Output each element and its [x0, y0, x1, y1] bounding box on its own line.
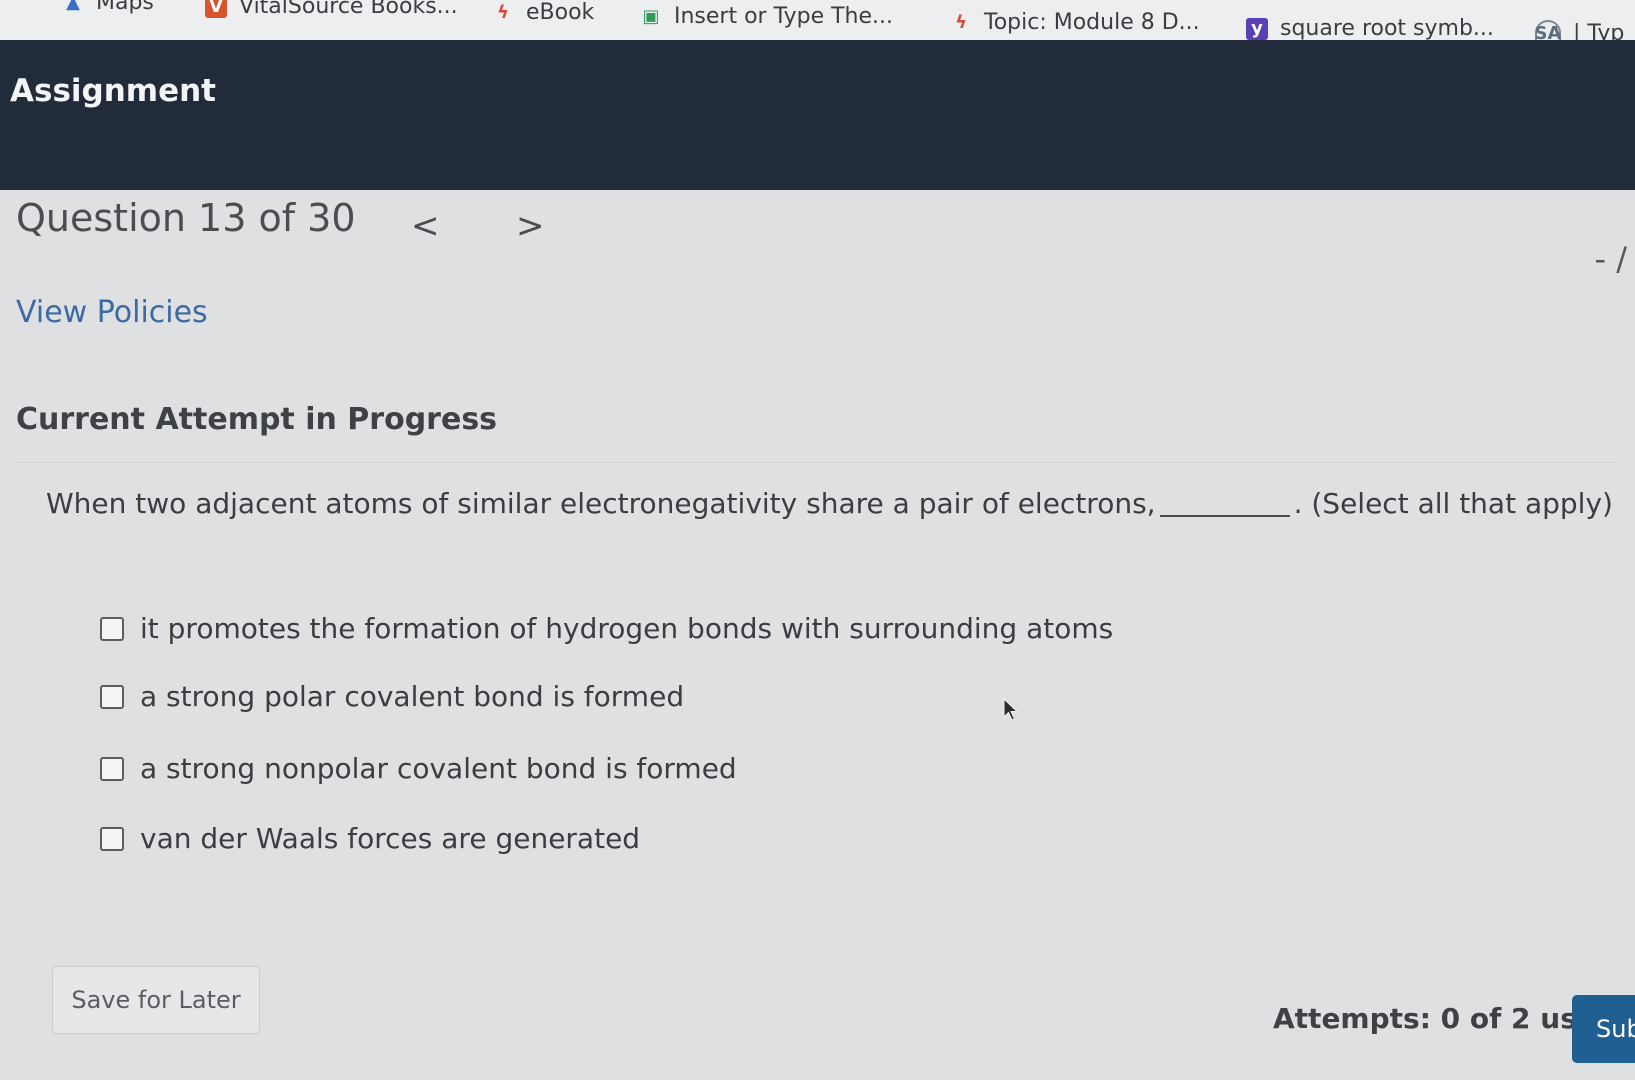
stem-text-after: . (Select all that apply) [1293, 487, 1613, 520]
bookmark-topic-module[interactable]: ϟ Topic: Module 8 D... [950, 10, 1200, 35]
section-divider [16, 462, 1616, 463]
answer-blank [1159, 515, 1290, 517]
maps-icon: ▲ [66, 0, 80, 13]
option-label: van der Waals forces are generated [140, 822, 641, 855]
vitalsource-icon: V [205, 0, 227, 18]
bookmark-label: Topic: Module 8 D... [984, 10, 1200, 35]
save-for-later-button[interactable]: Save for Later [52, 966, 260, 1034]
bookmark-vitalsource[interactable]: V VitalSource Books... [205, 0, 458, 19]
answer-option-1[interactable]: it promotes the formation of hydrogen bo… [100, 612, 1113, 645]
assignment-header: Assignment [0, 40, 1635, 190]
answer-option-3[interactable]: a strong nonpolar covalent bond is forme… [100, 752, 737, 785]
previous-question-button[interactable]: < [405, 206, 446, 246]
question-stem: When two adjacent atoms of similar elect… [46, 487, 1613, 520]
document-icon: ▣ [642, 6, 660, 27]
bookmark-insert-type[interactable]: ▣ Insert or Type The... [640, 4, 893, 29]
bookmark-maps[interactable]: ▲ Maps [62, 0, 154, 15]
bookmark-typ[interactable]: SA | Typ [1535, 20, 1624, 40]
checkbox[interactable] [100, 616, 124, 641]
checkbox[interactable] [100, 826, 124, 851]
option-label: a strong nonpolar covalent bond is forme… [140, 752, 737, 785]
option-label: it promotes the formation of hydrogen bo… [140, 612, 1114, 645]
bookmarks-bar: ▲ Maps V VitalSource Books... ϟ eBook ▣ … [0, 0, 1635, 40]
submit-answer-button[interactable]: Sub [1572, 995, 1635, 1063]
flame-icon: ϟ [497, 2, 509, 23]
bookmark-label: square root symb... [1280, 16, 1494, 40]
sa-icon: SA [1535, 20, 1561, 40]
view-policies-link[interactable]: View Policies [16, 295, 208, 330]
question-title: Question 13 of 30 [16, 196, 356, 240]
bookmark-label: Maps [96, 0, 154, 15]
bookmark-ebook[interactable]: ϟ eBook [492, 0, 594, 25]
bookmark-label: VitalSource Books... [239, 0, 458, 19]
mouse-cursor-icon [1003, 698, 1019, 721]
bookmark-label: Insert or Type The... [674, 4, 894, 29]
bookmark-label: eBook [526, 0, 595, 25]
header-title: Assignment [10, 73, 216, 109]
flame-icon: ϟ [955, 12, 967, 33]
checkbox[interactable] [100, 684, 124, 709]
answer-option-4[interactable]: van der Waals forces are generated [100, 822, 640, 855]
answer-option-2[interactable]: a strong polar covalent bond is formed [100, 680, 684, 713]
points-indicator: - / [1594, 240, 1628, 278]
stem-text-before: When two adjacent atoms of similar elect… [46, 487, 1156, 520]
attempts-counter: Attempts: 0 of 2 used [1273, 1002, 1616, 1035]
bookmark-square-root[interactable]: y square root symb... [1246, 16, 1494, 40]
attempt-status-heading: Current Attempt in Progress [16, 402, 498, 437]
y-logo-icon: y [1246, 17, 1268, 40]
checkbox[interactable] [100, 756, 124, 781]
next-question-button[interactable]: > [510, 206, 551, 246]
option-label: a strong polar covalent bond is formed [140, 680, 685, 713]
bookmark-label: | Typ [1573, 20, 1625, 41]
